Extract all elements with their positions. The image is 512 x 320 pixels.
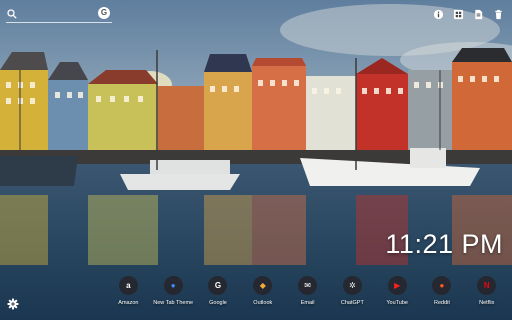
shortcut-label: Netflix <box>479 300 495 306</box>
netflix-icon: N <box>477 276 497 295</box>
shortcut-label: ChatGPT <box>340 300 364 306</box>
shortcut-google[interactable]: G Google <box>196 276 241 306</box>
clock: 11:21 PM <box>385 229 503 259</box>
new-tab-theme-glyph: ● <box>170 281 176 290</box>
google-icon: G <box>208 276 228 295</box>
shortcut-label: Amazon <box>118 300 139 306</box>
wallpaper <box>0 0 512 320</box>
email-icon: ✉ <box>298 276 318 295</box>
shortcut-new-tab-theme[interactable]: ● New Tab Theme <box>151 276 196 306</box>
shortcut-dock: a Amazon ● New Tab Theme G Google ◆ Outl… <box>106 276 509 306</box>
shortcut-outlook[interactable]: ◆ Outlook <box>240 276 285 306</box>
shortcut-netflix[interactable]: N Netflix <box>464 276 509 306</box>
shortcut-amazon[interactable]: a Amazon <box>106 276 151 306</box>
reddit-icon: ● <box>432 276 452 295</box>
chatgpt-icon: ✲ <box>342 276 362 295</box>
shortcut-youtube[interactable]: ▶ YouTube <box>375 276 420 306</box>
amazon-glyph: a <box>126 281 131 290</box>
search-input[interactable] <box>20 7 100 20</box>
email-glyph: ✉ <box>304 281 311 290</box>
shortcut-chatgpt[interactable]: ✲ ChatGPT <box>330 276 375 306</box>
outlook-glyph: ◆ <box>259 281 266 290</box>
shortcut-email[interactable]: ✉ Email <box>285 276 330 306</box>
amazon-icon: a <box>118 276 138 295</box>
shortcut-reddit[interactable]: ● Reddit <box>420 276 465 306</box>
info-icon[interactable] <box>432 8 444 20</box>
trash-icon[interactable] <box>492 8 504 20</box>
settings-gear-icon[interactable] <box>7 298 19 310</box>
shortcut-label: Email <box>300 300 315 306</box>
new-tab-theme-icon: ● <box>163 276 183 295</box>
shortcut-label: New Tab Theme <box>153 300 194 306</box>
reddit-glyph: ● <box>439 281 445 290</box>
shortcut-label: Reddit <box>434 300 450 306</box>
search-bar[interactable]: G <box>6 6 112 23</box>
shortcut-label: Outlook <box>253 300 273 306</box>
shortcut-label: YouTube <box>386 300 408 306</box>
youtube-glyph: ▶ <box>394 281 401 290</box>
netflix-glyph: N <box>483 281 490 290</box>
top-toolbar <box>432 8 504 20</box>
chatgpt-glyph: ✲ <box>349 281 356 290</box>
search-icon <box>7 9 17 19</box>
google-glyph: G <box>214 281 222 290</box>
youtube-icon: ▶ <box>387 276 407 295</box>
shortcut-label: Google <box>209 300 227 306</box>
document-icon[interactable] <box>472 8 484 20</box>
google-search-icon[interactable]: G <box>98 7 110 19</box>
outlook-icon: ◆ <box>253 276 273 295</box>
grid-icon[interactable] <box>452 8 464 20</box>
